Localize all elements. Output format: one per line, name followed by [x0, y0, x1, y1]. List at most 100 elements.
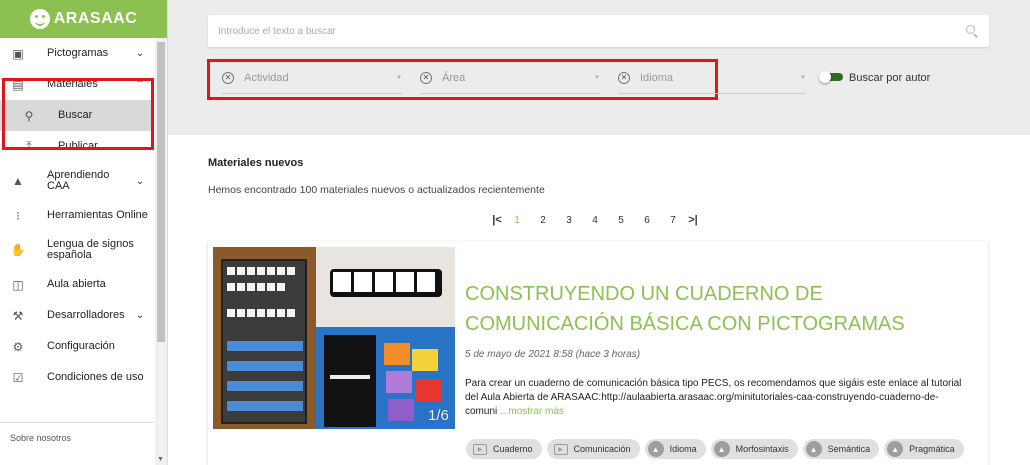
filter-idioma[interactable]: ✕ Idioma ▼: [618, 62, 806, 94]
tag-label: Morfosintaxis: [735, 444, 789, 454]
thumb-blue-strip: [227, 361, 303, 371]
author-search-label[interactable]: Buscar por autor: [849, 72, 930, 84]
show-more-link[interactable]: ...mostrar más: [500, 406, 564, 417]
arasaac-logo-icon: [29, 9, 50, 29]
tag-label: Comunicación: [573, 444, 631, 454]
thumb-wood-background: [213, 247, 316, 429]
sidebar-item-aprendiendo-caa[interactable]: ▲ Aprendiendo CAA ⌄: [0, 162, 154, 200]
activity-icon: ▶: [553, 443, 568, 455]
brand-header[interactable]: ARASAAC: [0, 0, 167, 38]
tag-label: Semántica: [827, 444, 871, 454]
thumb-sentence-area: [316, 247, 455, 327]
page-7[interactable]: 7: [660, 215, 686, 226]
material-thumbnail[interactable]: 1/6: [213, 247, 455, 429]
sidebar-item-herramientas-online[interactable]: ⁝ Herramientas Online: [0, 200, 154, 231]
last-page-icon[interactable]: >|: [686, 214, 700, 226]
thumb-picto-row: [227, 309, 295, 317]
thumb-blue-strip: [227, 341, 303, 351]
image-icon: ▣: [12, 46, 24, 61]
author-search-toggle[interactable]: [819, 71, 845, 83]
material-description: Para crear un cuaderno de comunicación b…: [465, 377, 965, 419]
sidebar-item-buscar[interactable]: ⚲ Buscar: [0, 100, 154, 131]
thumb-picto-row: [227, 283, 285, 291]
material-date: 5 de mayo de 2021 8:58 (hace 3 horas): [465, 349, 641, 360]
tag-morfosintaxis[interactable]: ▲ Morfosintaxis: [710, 439, 798, 459]
page-4[interactable]: 4: [582, 215, 608, 226]
sidebar-item-label: Lengua de signos española: [47, 238, 134, 261]
gear-icon: ⚙: [12, 339, 24, 354]
thumb-white-line: [330, 375, 370, 379]
sidebar-item-label: Herramientas Online: [47, 209, 148, 221]
page-1[interactable]: 1: [504, 215, 530, 226]
clear-filter-icon[interactable]: ✕: [222, 71, 234, 84]
sidebar-item-configuracion[interactable]: ⚙ Configuración: [0, 331, 154, 362]
tag-semantica[interactable]: ▲ Semántica: [802, 439, 880, 459]
tag-comunicacion[interactable]: ▶ Comunicación: [546, 439, 640, 459]
sidebar-item-label: Aprendiendo CAA: [47, 169, 110, 192]
tag-label: Pragmática: [909, 444, 955, 454]
chevron-down-icon: ⌄: [135, 310, 145, 321]
sidebar-item-desarrolladores[interactable]: ⚒ Desarrolladores ⌄: [0, 300, 154, 331]
search-icon[interactable]: [965, 24, 979, 38]
library-icon: ▤: [12, 77, 24, 92]
school-icon: ▲: [887, 441, 904, 457]
page-3[interactable]: 3: [556, 215, 582, 226]
activity-icon: ▶: [473, 443, 487, 455]
toggle-knob: [819, 71, 831, 83]
sidebar-item-lengua-de-signos[interactable]: ✋ Lengua de signos española: [0, 231, 154, 269]
filter-actividad[interactable]: ✕ Actividad ▼: [222, 62, 402, 94]
school-icon: ▲: [713, 441, 730, 457]
apps-grid-icon: ⁝: [16, 208, 20, 223]
page-5[interactable]: 5: [608, 215, 634, 226]
thumb-picto-row: [227, 267, 295, 275]
thumb-orange-card: [384, 343, 410, 365]
scrollbar-thumb[interactable]: [157, 42, 165, 342]
tag-pragmatica[interactable]: ▲ Pragmática: [884, 439, 964, 459]
sidebar-scrollbar[interactable]: ▼: [155, 38, 167, 465]
school-icon: ▲: [805, 441, 822, 457]
thumb-purple-card: [386, 371, 412, 393]
tag-idioma[interactable]: ▲ Idioma: [644, 439, 706, 459]
sidebar-item-label: Desarrolladores: [47, 309, 125, 321]
sidebar-item-label: Buscar: [58, 109, 93, 121]
sidebar-item-label: Configuración: [47, 340, 115, 352]
search-icon: ⚲: [24, 108, 34, 123]
page-2[interactable]: 2: [530, 215, 556, 226]
sidebar-item-aula-abierta[interactable]: ◫ Aula abierta: [0, 269, 154, 300]
sidebar-nav: ▣ Pictogramas ⌄ ▤ Materiales ⌃ ⚲ Buscar …: [0, 38, 154, 393]
scroll-down-arrow-icon[interactable]: ▼: [157, 456, 164, 463]
search-input[interactable]: [218, 25, 965, 37]
first-page-icon[interactable]: |<: [490, 214, 504, 226]
pagination: |< 1 2 3 4 5 6 7 >|: [490, 214, 700, 226]
school-icon: ▲: [12, 174, 24, 188]
sidebar-item-publicar[interactable]: ⤒ Publicar: [0, 131, 154, 162]
chevron-up-icon: ⌃: [135, 79, 145, 90]
filter-area[interactable]: ✕ Área ▼: [420, 62, 600, 94]
sidebar-item-pictogramas[interactable]: ▣ Pictogramas ⌄: [0, 38, 154, 69]
section-subtitle: Hemos encontrado 100 materiales nuevos o…: [208, 184, 545, 196]
sidebar-item-materiales[interactable]: ▤ Materiales ⌃: [0, 69, 154, 100]
school-icon: ▲: [647, 441, 664, 457]
thumb-violet-card: [388, 399, 414, 421]
tag-cuaderno[interactable]: ▶ Cuaderno: [466, 439, 542, 459]
clear-filter-icon[interactable]: ✕: [618, 71, 630, 84]
material-title[interactable]: CONSTRUYENDO UN CUADERNO DE COMUNICACIÓN…: [465, 279, 975, 339]
sidebar-footer-about[interactable]: Sobre nosotros: [0, 422, 154, 443]
thumb-blue-strip: [227, 381, 303, 391]
sidebar-item-label: Materiales: [47, 78, 98, 90]
dropdown-arrow-icon: ▼: [594, 74, 600, 81]
dropdown-arrow-icon: ▼: [396, 74, 402, 81]
wrench-icon: ⚒: [12, 308, 24, 323]
sidebar-item-condiciones-de-uso[interactable]: ☑ Condiciones de uso: [0, 362, 154, 393]
material-tags: ▶ Cuaderno ▶ Comunicación ▲ Idioma ▲ Morfosi…: [466, 439, 964, 459]
thumb-black-book: [324, 335, 376, 427]
tag-label: Cuaderno: [493, 444, 533, 454]
sidebar: ARASAAC ▣ Pictogramas ⌄ ▤ Materiales ⌃ ⚲…: [0, 0, 168, 465]
page-6[interactable]: 6: [634, 215, 660, 226]
checkbox-icon: ☑: [12, 370, 24, 385]
filter-label: Área: [442, 71, 466, 84]
clear-filter-icon[interactable]: ✕: [420, 71, 432, 84]
image-counter: 1/6: [428, 407, 449, 424]
thumb-sentence-strip: [330, 269, 442, 297]
thumb-blue-strip: [227, 401, 303, 411]
